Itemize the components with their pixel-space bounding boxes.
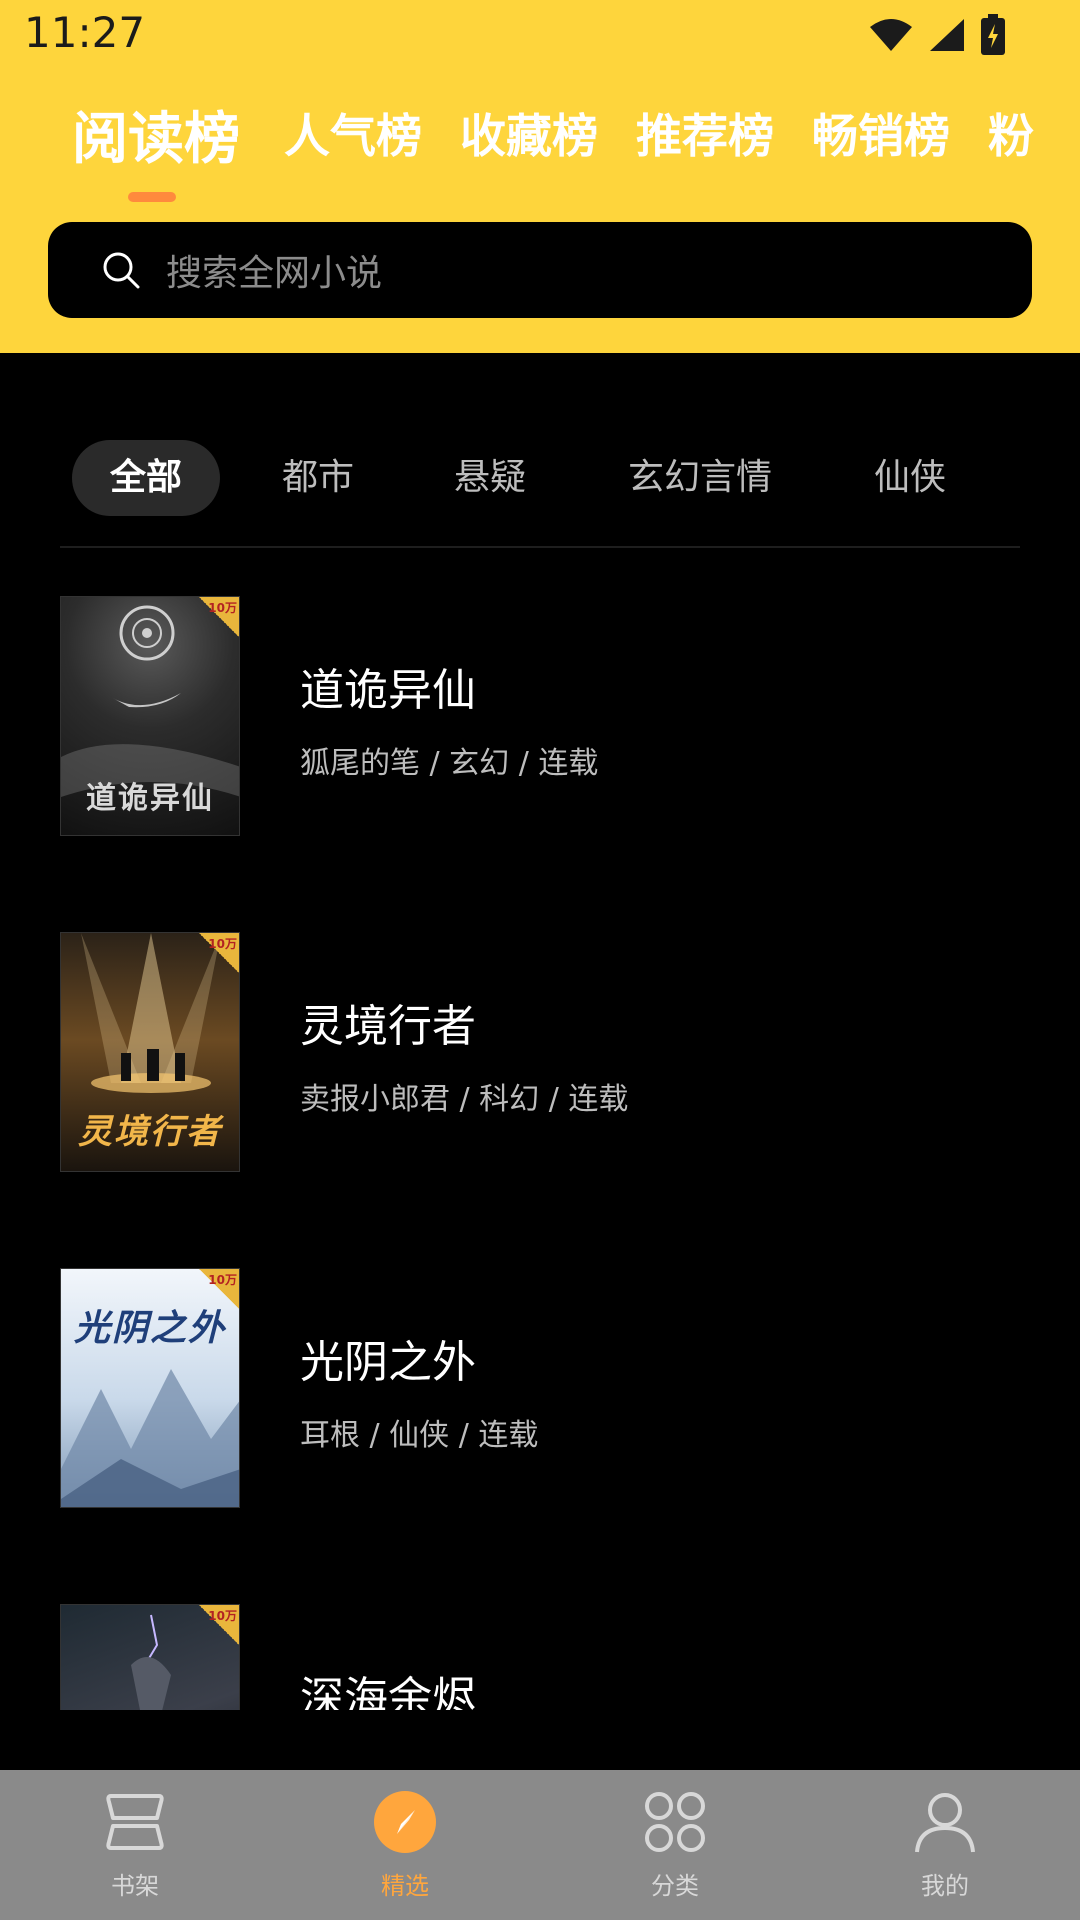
book-title[interactable]: 深海余烬 [300,1662,476,1710]
nav-label: 精选 [381,1872,429,1900]
tab-read-rank[interactable]: 阅读榜 [72,100,240,175]
cover-title-text: 道诡异仙 [86,781,214,816]
book-list: 道诡异仙 10万 道诡异仙 狐尾的笔 / 玄幻 / 连载 灵境行者 10万 灵境… [0,596,1080,1710]
tab-recommend-rank[interactable]: 推荐榜 [636,100,774,166]
book-title[interactable]: 灵境行者 [300,990,476,1054]
cover-title-text: 灵境行者 [78,1112,222,1152]
tab-bestseller-rank[interactable]: 畅销榜 [812,100,950,166]
book-item[interactable]: 10万 深海余烬 [0,1604,1080,1710]
tab-fans-rank[interactable]: 粉 [988,100,1034,166]
status-bar: 11:27 [0,0,1080,72]
category-all[interactable]: 全部 [72,440,220,516]
bottom-navigation: 书架 精选 分类 我的 [0,1770,1080,1920]
nav-label: 书架 [111,1872,159,1900]
category-filter: 全部 都市 悬疑 玄幻言情 仙侠 [0,440,1080,520]
book-meta: 狐尾的笔 / 玄幻 / 连载 [300,746,599,781]
book-cover[interactable]: 道诡异仙 10万 [60,596,240,836]
nav-label: 我的 [921,1872,969,1900]
book-item[interactable]: 灵境行者 10万 灵境行者 卖报小郎君 / 科幻 / 连载 [0,932,1080,1172]
battery-charging-icon [980,14,1006,60]
book-item[interactable]: 道诡异仙 10万 道诡异仙 狐尾的笔 / 玄幻 / 连载 [0,596,1080,836]
search-bar[interactable]: 搜索全网小说 [48,222,1032,318]
status-time: 11:27 [24,8,146,57]
book-cover[interactable]: 10万 [60,1604,240,1710]
search-input[interactable]: 搜索全网小说 [166,244,382,296]
compass-icon [371,1788,439,1856]
wifi-icon [868,17,914,57]
nav-profile[interactable]: 我的 [865,1788,1025,1908]
category-urban[interactable]: 都市 [250,440,386,516]
hot-badge: 10万 [199,1269,239,1309]
nav-label: 分类 [651,1872,699,1900]
hot-badge: 10万 [199,597,239,637]
nav-bookshelf[interactable]: 书架 [55,1788,215,1908]
signal-icon [928,17,966,57]
category-grid-icon [641,1788,709,1856]
profile-icon [911,1788,979,1856]
top-header: 11:27 阅读榜 人气榜 收藏榜 推荐榜 畅销榜 粉 搜索全网小说 [0,0,1080,353]
book-cover[interactable]: 光阴之外 10万 [60,1268,240,1508]
book-title[interactable]: 道诡异仙 [300,654,476,718]
book-cover[interactable]: 灵境行者 10万 [60,932,240,1172]
nav-category[interactable]: 分类 [595,1788,755,1908]
nav-featured[interactable]: 精选 [325,1788,485,1908]
search-icon [100,249,142,291]
hot-badge: 10万 [199,1605,239,1645]
book-meta: 耳根 / 仙侠 / 连载 [300,1418,539,1453]
tab-favorite-rank[interactable]: 收藏榜 [460,100,598,166]
book-title[interactable]: 光阴之外 [300,1326,476,1390]
status-icons [868,14,1006,60]
bookshelf-icon [101,1788,169,1856]
category-xianxia[interactable]: 仙侠 [842,440,978,516]
book-item[interactable]: 光阴之外 10万 光阴之外 耳根 / 仙侠 / 连载 [0,1268,1080,1508]
tab-popular-rank[interactable]: 人气榜 [284,100,422,166]
category-fantasy-romance[interactable]: 玄幻言情 [600,440,800,516]
divider [60,546,1020,548]
book-meta: 卖报小郎君 / 科幻 / 连载 [300,1082,629,1117]
active-tab-indicator [128,192,176,202]
hot-badge: 10万 [199,933,239,973]
category-mystery[interactable]: 悬疑 [422,440,558,516]
